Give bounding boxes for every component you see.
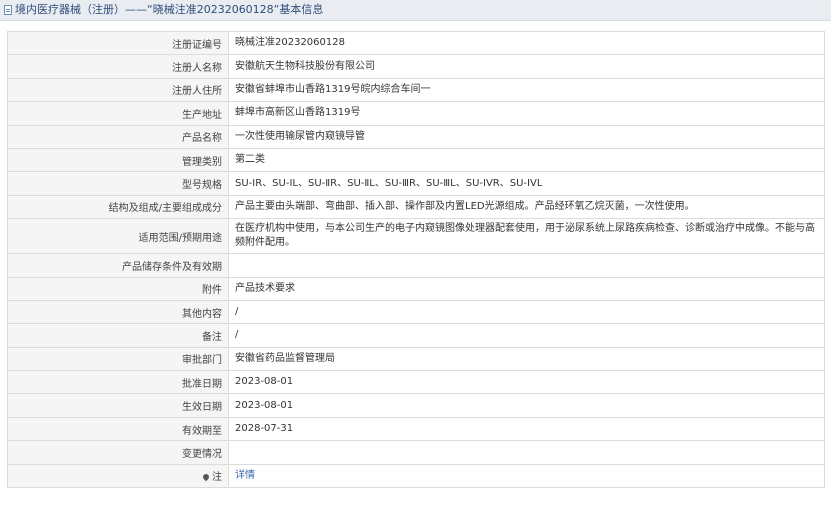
page-title: 境内医疗器械（注册）——“晓械注准20232060128”基本信息: [15, 3, 324, 16]
row-label: 管理类别: [7, 147, 229, 173]
table-row: 注册证编号 晓械注准20232060128: [7, 30, 825, 56]
note-value-cell: 详情: [228, 463, 825, 489]
row-label: 注册人名称: [7, 54, 229, 79]
row-label: 型号规格: [7, 171, 229, 196]
details-link[interactable]: 详情: [235, 470, 255, 481]
table-row: 有效期至 2028-07-31: [7, 416, 825, 442]
table-row: 注册人住所 安徽省蚌埠市山香路1319号皖内综合车间一: [7, 77, 825, 103]
row-label: 产品名称: [7, 124, 229, 149]
row-value: [228, 253, 825, 278]
row-label: 注册人住所: [7, 77, 229, 103]
row-value: [228, 440, 825, 465]
row-value: 晓械注准20232060128: [228, 30, 825, 56]
row-value: 安徽省蚌埠市山香路1319号皖内综合车间一: [228, 77, 825, 103]
row-value: 产品主要由头端部、弯曲部、插入部、操作部及内置LED光源组成。产品经环氧乙烷灭菌…: [228, 194, 825, 220]
table-row: 管理类别 第二类: [7, 147, 825, 173]
table-row: 产品名称 一次性使用输尿管内窥镜导管: [7, 124, 825, 149]
row-value: 安徽航天生物科技股份有限公司: [228, 54, 825, 79]
row-value: 第二类: [228, 147, 825, 173]
row-label: 有效期至: [7, 416, 229, 442]
table-row: 生产地址 蚌埠市高新区山香路1319号: [7, 101, 825, 126]
row-label: 生效日期: [7, 393, 229, 418]
table-row: 附件 产品技术要求: [7, 276, 825, 301]
row-value: 2028-07-31: [228, 416, 825, 442]
row-value: 蚌埠市高新区山香路1319号: [228, 101, 825, 126]
row-label: 其他内容: [7, 299, 229, 325]
table-row: 批准日期 2023-08-01: [7, 370, 825, 395]
note-label-cell: 注: [7, 463, 229, 489]
table-row: 变更情况: [7, 440, 825, 465]
row-label: 注册证编号: [7, 30, 229, 56]
row-value: 在医疗机构中使用，与本公司生产的电子内窥镜图像处理器配套使用，用于泌尿系统上尿路…: [228, 218, 825, 255]
row-label: 结构及组成/主要组成成分: [7, 194, 229, 220]
info-table-container: 注册证编号 晓械注准20232060128 注册人名称 安徽航天生物科技股份有限…: [0, 21, 831, 489]
basic-info-table: 注册证编号 晓械注准20232060128 注册人名称 安徽航天生物科技股份有限…: [7, 30, 825, 489]
row-value: /: [228, 299, 825, 325]
row-value: 安徽省药品监督管理局: [228, 346, 825, 372]
row-label: 生产地址: [7, 101, 229, 126]
note-label: 注: [212, 472, 222, 484]
document-icon: [4, 5, 12, 15]
row-label: 审批部门: [7, 346, 229, 372]
table-row: 结构及组成/主要组成成分 产品主要由头端部、弯曲部、插入部、操作部及内置LED光…: [7, 194, 825, 220]
row-value: /: [228, 323, 825, 348]
row-label: 变更情况: [7, 440, 229, 465]
table-row: 其他内容 /: [7, 299, 825, 325]
row-label: 附件: [7, 276, 229, 301]
row-label: 适用范围/预期用途: [7, 218, 229, 255]
table-row: 注册人名称 安徽航天生物科技股份有限公司: [7, 54, 825, 79]
table-row: 生效日期 2023-08-01: [7, 393, 825, 418]
row-value: 2023-08-01: [228, 370, 825, 395]
row-value: SU-ⅠR、SU-ⅠL、SU-ⅡR、SU-ⅡL、SU-ⅢR、SU-ⅢL、SU-I…: [228, 171, 825, 196]
row-value: 2023-08-01: [228, 393, 825, 418]
table-row: 型号规格 SU-ⅠR、SU-ⅠL、SU-ⅡR、SU-ⅡL、SU-ⅢR、SU-ⅢL…: [7, 171, 825, 196]
page-header: 境内医疗器械（注册）——“晓械注准20232060128”基本信息: [0, 0, 831, 21]
row-label: 备注: [7, 323, 229, 348]
row-value: 一次性使用输尿管内窥镜导管: [228, 124, 825, 149]
table-row: 适用范围/预期用途 在医疗机构中使用，与本公司生产的电子内窥镜图像处理器配套使用…: [7, 218, 825, 255]
table-row: 产品储存条件及有效期: [7, 253, 825, 278]
pin-icon: [201, 473, 211, 482]
row-label: 批准日期: [7, 370, 229, 395]
row-value: 产品技术要求: [228, 276, 825, 301]
table-row: 备注 /: [7, 323, 825, 348]
table-row: 审批部门 安徽省药品监督管理局: [7, 346, 825, 372]
row-label: 产品储存条件及有效期: [7, 253, 229, 278]
note-row: 注 详情: [7, 463, 825, 489]
